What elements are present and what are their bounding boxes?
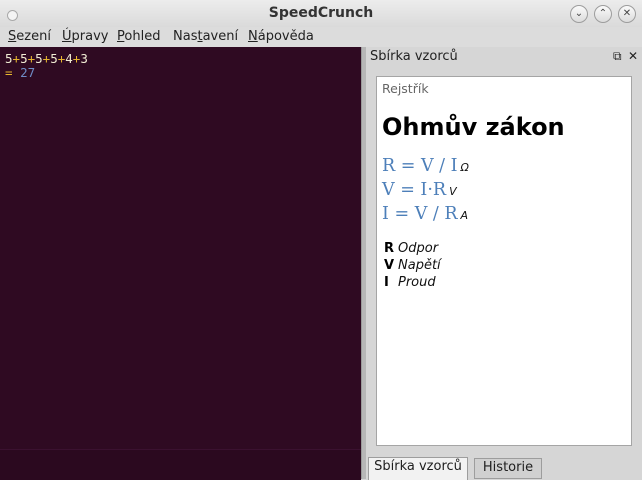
expression-input[interactable] xyxy=(0,449,361,480)
title-bar: SpeedCrunch ⌄ ⌃ ✕ xyxy=(0,0,642,28)
legend-item: R Odpor xyxy=(384,241,439,256)
history-expression[interactable]: 5+5+5+5+4+3 xyxy=(5,51,88,66)
tab-history[interactable]: Historie xyxy=(474,458,542,479)
dock-tabs: Sbírka vzorců Historie xyxy=(366,457,642,480)
menu-help[interactable]: Nápověda xyxy=(248,29,314,44)
formula-document: Rejstřík Ohmův zákon R = V / IΩ V = I·R V… xyxy=(376,76,632,446)
history-result[interactable]: = 27 xyxy=(5,65,35,80)
menu-edit[interactable]: Úpravy xyxy=(62,29,108,44)
formula-resistance[interactable]: R = V / IΩ xyxy=(382,156,469,176)
menu-session[interactable]: Sezení xyxy=(8,29,51,44)
index-link[interactable]: Rejstřík xyxy=(382,81,429,96)
menu-settings[interactable]: Nastavení xyxy=(173,29,238,44)
formula-heading: Ohmův zákon xyxy=(382,113,565,141)
formula-book-dock: Sbírka vzorců ⧉ ✕ Rejstřík Ohmův zákon R… xyxy=(366,47,642,480)
tab-formula-book[interactable]: Sbírka vzorců xyxy=(368,457,468,480)
window-title: SpeedCrunch xyxy=(268,5,374,21)
results-display[interactable]: 5+5+5+5+4+3 = 27 xyxy=(0,47,361,480)
formula-current[interactable]: I = V / RA xyxy=(382,204,468,224)
dock-close-icon[interactable]: ✕ xyxy=(628,49,638,63)
menu-view[interactable]: Pohled xyxy=(117,29,160,44)
legend-item: I Proud xyxy=(384,275,436,290)
formula-voltage[interactable]: V = I·R V xyxy=(382,180,457,200)
maximize-icon[interactable]: ⌃ xyxy=(594,5,612,23)
float-icon[interactable]: ⧉ xyxy=(613,49,622,64)
dock-title: Sbírka vzorců xyxy=(370,49,458,64)
close-icon[interactable]: ✕ xyxy=(618,5,636,23)
menu-bar: Sezení Úpravy Pohled Nastavení Nápověda xyxy=(0,27,642,47)
minimize-icon[interactable]: ⌄ xyxy=(570,5,588,23)
legend-item: V Napětí xyxy=(384,258,441,273)
